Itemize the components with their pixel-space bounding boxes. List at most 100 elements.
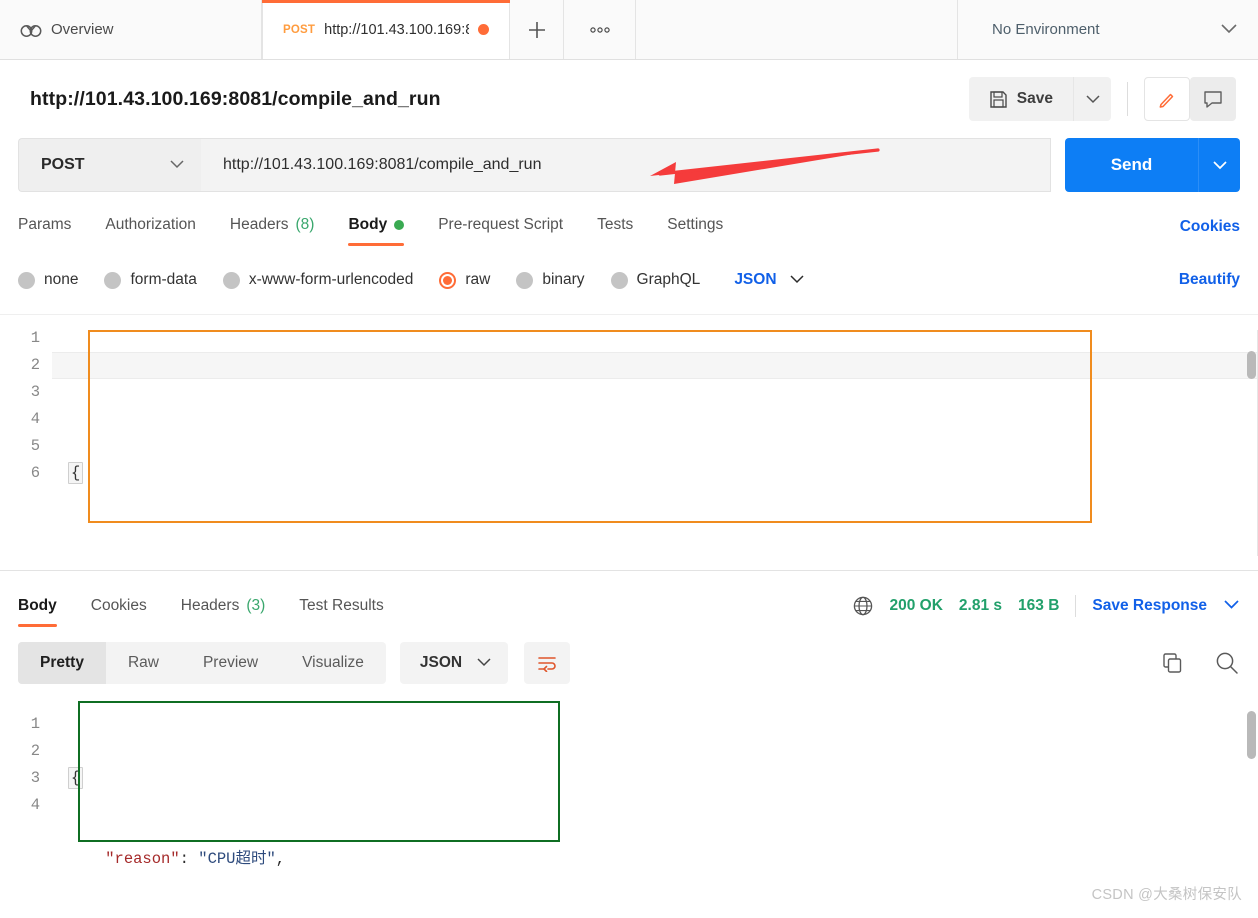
response-tab-body[interactable]: Body: [18, 597, 57, 627]
response-vertical-scrollbar[interactable]: [1247, 711, 1256, 759]
save-button[interactable]: Save: [968, 77, 1073, 121]
response-code-lines: { "reason": "CPU超时", "status": 24 }: [52, 701, 1258, 871]
response-gutter: 1 2 3 4: [0, 701, 52, 871]
tab-headers[interactable]: Headers (8): [230, 216, 315, 246]
response-tab-headers[interactable]: Headers (3): [181, 597, 266, 627]
brace-open: {: [68, 462, 84, 484]
comments-button[interactable]: [1190, 77, 1236, 121]
tab-tests[interactable]: Tests: [597, 216, 633, 246]
line-number: 3: [30, 769, 40, 787]
body-type-form-data[interactable]: form-data: [104, 271, 197, 289]
body-type-raw[interactable]: raw: [439, 271, 490, 289]
tab-headers-count: (8): [295, 216, 315, 233]
response-body-editor[interactable]: 1 2 3 4 { "reason": "CPU超时", "status": 2…: [0, 701, 1258, 871]
tab-request-active[interactable]: POST http://101.43.100.169:8: [262, 0, 510, 59]
save-options-button[interactable]: [1073, 77, 1111, 121]
body-type-none-label: none: [44, 271, 79, 288]
tab-pre-request-script-label: Pre-request Script: [438, 216, 564, 233]
response-tab-headers-count: (3): [246, 597, 266, 614]
tab-body-label: Body: [348, 216, 388, 233]
request-body-editor[interactable]: 1 2 3 4 5 6 { ····"code":"#include <iost…: [0, 314, 1258, 542]
environment-selector[interactable]: No Environment: [958, 0, 1258, 59]
http-method-select[interactable]: POST: [18, 138, 201, 192]
body-type-binary[interactable]: binary: [516, 271, 585, 289]
response-view-pretty[interactable]: Pretty: [18, 642, 106, 684]
url-bar-row: POST http://101.43.100.169:8081/compile_…: [18, 138, 1240, 192]
code-line-1: {: [68, 460, 1258, 487]
tab-options-button[interactable]: [564, 0, 636, 59]
cookies-link[interactable]: Cookies: [1180, 218, 1240, 235]
active-line-highlight: [52, 352, 1258, 379]
body-format-select[interactable]: JSON: [734, 271, 804, 289]
beautify-link[interactable]: Beautify: [1179, 271, 1240, 288]
tab-body[interactable]: Body: [348, 216, 405, 246]
response-tab-cookies[interactable]: Cookies: [91, 597, 147, 627]
chevron-down-icon: [789, 271, 805, 289]
request-code-area[interactable]: 1 2 3 4 5 6 { ····"code":"#include <iost…: [0, 315, 1258, 542]
tab-params[interactable]: Params: [18, 216, 71, 246]
tab-authorization[interactable]: Authorization: [105, 216, 195, 246]
plus-icon: [528, 21, 545, 38]
tab-settings[interactable]: Settings: [667, 216, 723, 246]
save-button-label: Save: [1016, 90, 1053, 107]
search-icon[interactable]: [1214, 650, 1240, 676]
response-tab-headers-label: Headers: [180, 597, 240, 614]
beautify-link-wrap: Beautify: [1179, 271, 1240, 289]
chevron-down-icon: [1212, 161, 1227, 170]
response-view-raw[interactable]: Raw: [106, 642, 181, 684]
radio-selected-icon: [439, 271, 457, 289]
line-number: 5: [30, 437, 40, 455]
status-code: 200 OK: [889, 597, 943, 614]
save-response-button[interactable]: Save Response: [1092, 597, 1207, 615]
line-number: 1: [30, 329, 40, 347]
send-options-button[interactable]: [1198, 138, 1240, 192]
body-type-urlencoded-label: x-www-form-urlencoded: [248, 271, 414, 288]
response-code-area[interactable]: 1 2 3 4 { "reason": "CPU超时", "status": 2…: [0, 701, 1258, 871]
line-number: 2: [30, 742, 40, 760]
radio-icon: [104, 271, 122, 289]
response-format-select[interactable]: JSON: [399, 642, 509, 684]
send-button[interactable]: Send: [1065, 138, 1198, 192]
wrap-lines-button[interactable]: [524, 642, 571, 684]
line-number: 1: [30, 715, 40, 733]
radio-icon: [18, 271, 35, 289]
body-type-none[interactable]: none: [18, 271, 78, 289]
copy-icon[interactable]: [1160, 651, 1184, 675]
request-gutter: 1 2 3 4 5 6: [0, 315, 52, 542]
tab-overview[interactable]: Overview: [0, 0, 262, 59]
json-colon: :: [179, 850, 189, 868]
chevron-down-icon: [476, 654, 492, 672]
chevron-down-icon: [1085, 95, 1100, 104]
body-type-binary-label: binary: [542, 271, 585, 288]
response-tab-test-results-label: Test Results: [299, 597, 384, 614]
tab-headers-label: Headers: [229, 216, 289, 233]
pencil-icon: [1159, 93, 1174, 108]
request-code-lines[interactable]: { ····"code":"#include <iostream>\nint m…: [52, 315, 1258, 542]
response-view-visualize[interactable]: Visualize: [280, 642, 386, 684]
chevron-down-icon: [169, 156, 185, 174]
url-input[interactable]: http://101.43.100.169:8081/compile_and_r…: [201, 138, 1051, 192]
line-number: 2: [30, 356, 40, 374]
response-view-preview[interactable]: Preview: [181, 642, 280, 684]
brace-open: {: [68, 767, 84, 789]
chevron-down-icon[interactable]: [1223, 597, 1240, 615]
response-tab-body-label: Body: [18, 597, 57, 614]
page-title: http://101.43.100.169:8081/compile_and_r…: [30, 87, 441, 110]
tab-request-name: http://101.43.100.169:8: [324, 21, 469, 38]
body-type-urlencoded[interactable]: x-www-form-urlencoded: [222, 271, 414, 289]
request-tabs: Params Authorization Headers (8) Body Pr…: [18, 204, 1240, 246]
response-toolbar: Pretty Raw Preview Visualize JSON: [18, 641, 1240, 685]
body-type-graphql[interactable]: GraphQL: [610, 271, 700, 289]
request-editor-vertical-scrollbar[interactable]: [1247, 351, 1256, 379]
environment-label: No Environment: [992, 21, 1100, 38]
http-method-value: POST: [41, 156, 85, 173]
new-tab-button[interactable]: [510, 0, 564, 59]
edit-request-button[interactable]: [1144, 77, 1190, 121]
divider: [1075, 595, 1077, 617]
tab-bar: Overview POST http://101.43.100.169:8 No…: [0, 0, 1258, 60]
tab-pre-request-script[interactable]: Pre-request Script: [438, 216, 563, 246]
response-tab-test-results[interactable]: Test Results: [299, 597, 383, 627]
tab-method-label: POST: [283, 23, 316, 36]
response-separator: [0, 570, 1258, 571]
tab-params-label: Params: [18, 216, 72, 233]
